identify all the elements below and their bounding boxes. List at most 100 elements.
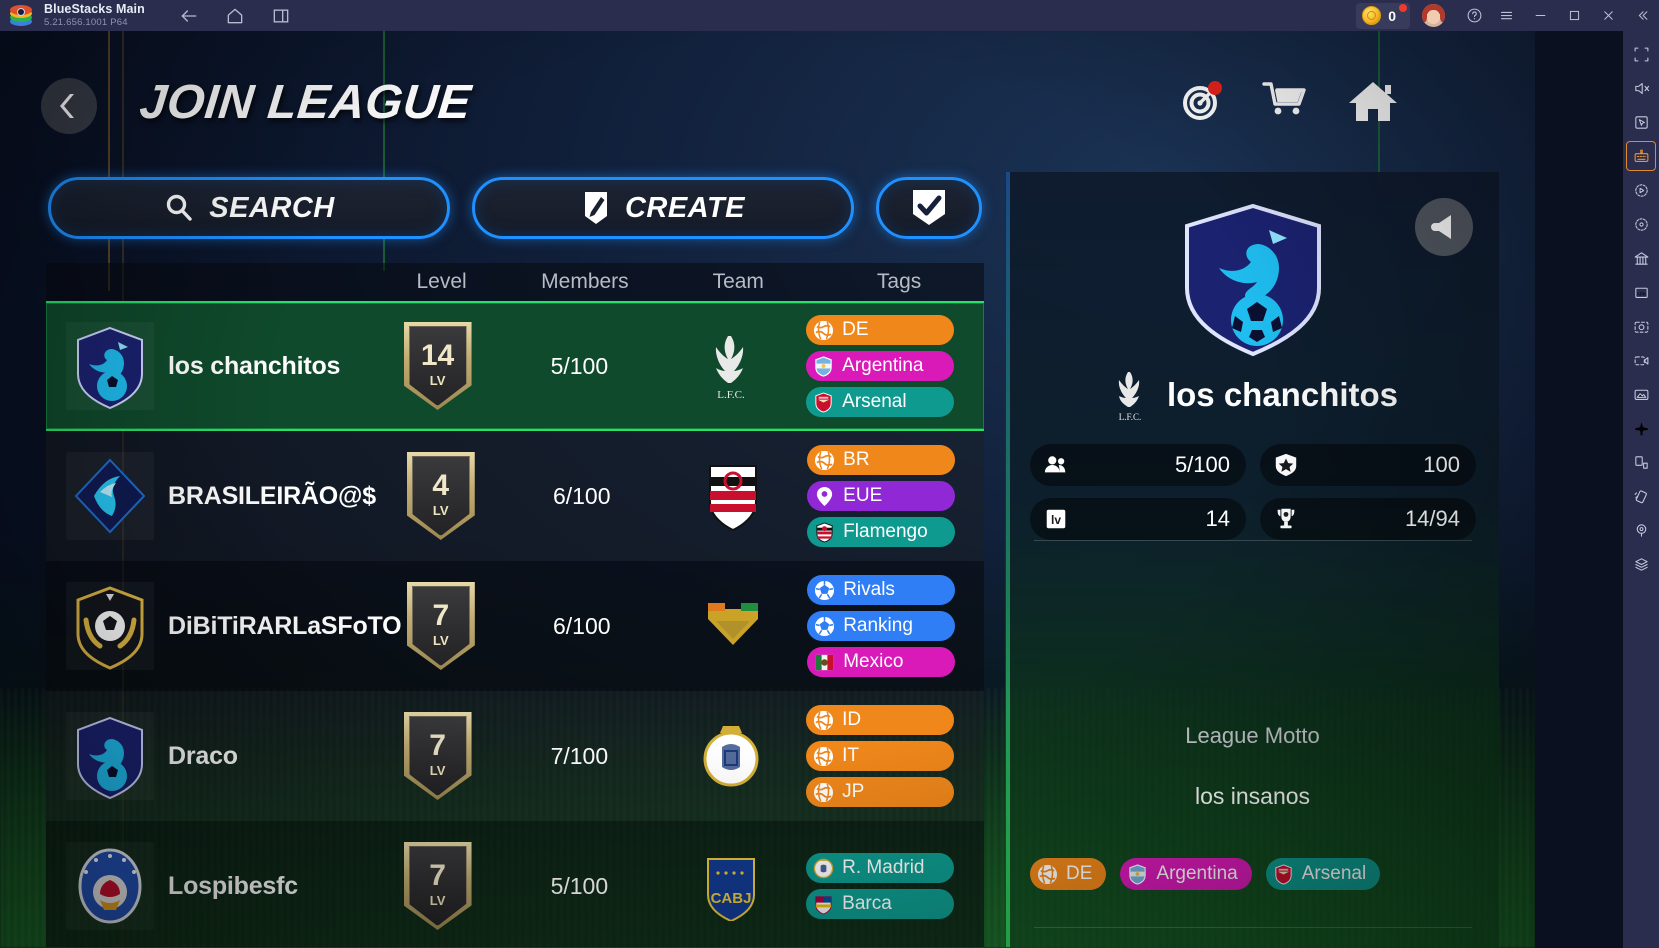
- maximize-button[interactable]: [1557, 0, 1591, 31]
- sidebar-macro-play[interactable]: [1626, 175, 1656, 205]
- home-button[interactable]: [1347, 77, 1399, 130]
- league-badge: [66, 842, 154, 930]
- screen-record-icon: [1634, 355, 1648, 365]
- detail-tag-chip: Argentina: [1120, 858, 1252, 890]
- back-arrow-icon[interactable]: [179, 6, 199, 26]
- table-row[interactable]: DiBiTiRARLaSFoTO 7 LV 6/100 Rivals Ranking Mex…: [46, 561, 984, 691]
- row-team-cell: [656, 721, 806, 791]
- row-name-cell: DiBiTiRARLaSFoTO: [46, 582, 402, 670]
- flag-argentina-icon: [813, 355, 834, 377]
- close-button[interactable]: [1591, 0, 1625, 31]
- sidebar-multi-instance-manager[interactable]: [1626, 243, 1656, 273]
- row-members-cell: 7/100: [550, 742, 609, 769]
- sidebar-screenshot[interactable]: [1626, 311, 1656, 341]
- crest-arsenal-icon: [813, 391, 834, 413]
- team-crest-boca-icon: CABJ: [707, 858, 756, 921]
- sidebar-layers[interactable]: [1626, 549, 1656, 579]
- tab-check[interactable]: [876, 177, 982, 239]
- sidebar-install-apk[interactable]: APK: [1626, 277, 1656, 307]
- league-name: Lospibesfc: [168, 871, 298, 900]
- sidebar-screen-record[interactable]: [1626, 345, 1656, 375]
- tab-search[interactable]: SEARCH: [48, 177, 450, 239]
- multi-instance-icon[interactable]: [271, 6, 291, 26]
- sidebar-media-manager[interactable]: [1626, 379, 1656, 409]
- sidebar-location[interactable]: [1626, 515, 1656, 545]
- sidebar-fullscreen[interactable]: [1626, 39, 1656, 69]
- tag-chip: DE: [806, 315, 955, 345]
- row-name-cell: los chanchitos: [46, 322, 372, 410]
- back-button[interactable]: [41, 78, 97, 134]
- sidebar-shake[interactable]: [1626, 481, 1656, 511]
- ball-icon: [814, 580, 835, 601]
- league-badge-icon: [77, 326, 143, 410]
- sidebar-mute[interactable]: [1626, 73, 1656, 103]
- tag-chip: EUE: [807, 481, 956, 511]
- team-crest-liverpool-icon: L.F.C.: [1119, 372, 1141, 422]
- league-stats: 5/100 100 lv 14 14/94: [1030, 444, 1476, 540]
- rotate-screen-icon: [1634, 455, 1648, 469]
- help-icon[interactable]: [1459, 0, 1489, 31]
- tab-create[interactable]: CREATE: [472, 177, 854, 239]
- sidebar-keyboard-controls[interactable]: [1626, 141, 1656, 171]
- motto-label: League Motto: [1185, 723, 1320, 748]
- table-row[interactable]: Lospibesfc 7 LV 5/100 CABJ R. Madrid Barca: [46, 821, 984, 947]
- table-row[interactable]: Draco 7 LV 7/100 ID IT JP: [46, 691, 984, 821]
- home-icon: [1349, 82, 1397, 121]
- row-level-cell: 4 LV: [376, 452, 506, 540]
- app-title-block: BlueStacks Main 5.21.656.1001 P64: [44, 3, 145, 27]
- header-icon-group: [1179, 77, 1399, 130]
- sidebar-cursor[interactable]: [1626, 107, 1656, 137]
- tag-label: EUE: [843, 485, 883, 506]
- row-tags-cell: Rivals Ranking Mexico: [807, 575, 984, 677]
- pencil-icon: [584, 192, 607, 224]
- level-suffix: LV: [429, 892, 446, 908]
- league-list[interactable]: los chanchitos 14 LV 5/100 L.F.C. DE Argentina…: [46, 301, 984, 947]
- table-row[interactable]: BRASILEIRÃO@$ 4 LV 6/100 BR EUE Flamengo: [46, 431, 984, 561]
- menu-icon[interactable]: [1489, 0, 1523, 31]
- row-tags-cell: ID IT JP: [806, 705, 984, 807]
- tag-label: Rivals: [843, 579, 895, 600]
- league-name: DiBiTiRARLaSFoTO: [168, 611, 402, 640]
- level-suffix: LV: [429, 762, 446, 778]
- user-avatar[interactable]: [1422, 4, 1445, 27]
- detail-tag-chip: DE: [1030, 858, 1107, 890]
- coin-balance-chip[interactable]: 0: [1356, 2, 1410, 29]
- star-shield-icon: [1272, 451, 1300, 479]
- tag-chip: Rivals: [807, 575, 956, 605]
- target-button[interactable]: [1179, 78, 1225, 129]
- tab-search-label: SEARCH: [209, 191, 335, 224]
- tag-label: Barca: [842, 893, 892, 914]
- level-icon: lv: [1042, 505, 1070, 533]
- tag-chip: R. Madrid: [806, 853, 955, 883]
- megaphone-icon: [1431, 215, 1451, 239]
- sidebar-airplane-mode[interactable]: [1626, 413, 1656, 443]
- crest-barca-icon: [813, 894, 834, 915]
- level-number: 7: [429, 858, 446, 892]
- svg-text:CABJ: CABJ: [711, 890, 752, 907]
- media-manager-icon: [1634, 389, 1648, 400]
- league-badge-icon: [77, 716, 143, 800]
- row-level-cell: 7 LV: [372, 842, 502, 930]
- table-row[interactable]: los chanchitos 14 LV 5/100 L.F.C. DE Argentina…: [46, 301, 984, 431]
- tag-label: IT: [842, 745, 860, 766]
- sidebar-rotate-screen[interactable]: [1626, 447, 1656, 477]
- svg-text:APK: APK: [1636, 291, 1647, 297]
- league-name: BRASILEIRÃO@$: [168, 481, 376, 510]
- team-crest-liverpool-icon: L.F.C.: [715, 336, 745, 401]
- level-number: 14: [420, 338, 455, 372]
- tab-create-label: CREATE: [624, 191, 746, 224]
- collapse-sidebar-button[interactable]: [1625, 0, 1659, 31]
- shop-button[interactable]: [1261, 78, 1311, 129]
- row-name-cell: BRASILEIRÃO@$: [46, 452, 376, 540]
- tag-chip: ID: [806, 705, 955, 735]
- magnifier-icon: [167, 194, 192, 221]
- level-number: 4: [432, 468, 450, 502]
- level-shield: 7 LV: [406, 582, 475, 670]
- announcement-button[interactable]: [1415, 198, 1473, 256]
- home-icon[interactable]: [225, 6, 245, 26]
- sidebar-macro-record[interactable]: [1626, 209, 1656, 239]
- crest-flamengo-icon: [814, 521, 835, 543]
- globe-icon: [813, 710, 834, 731]
- tag-chip: IT: [806, 741, 955, 771]
- minimize-button[interactable]: [1523, 0, 1557, 31]
